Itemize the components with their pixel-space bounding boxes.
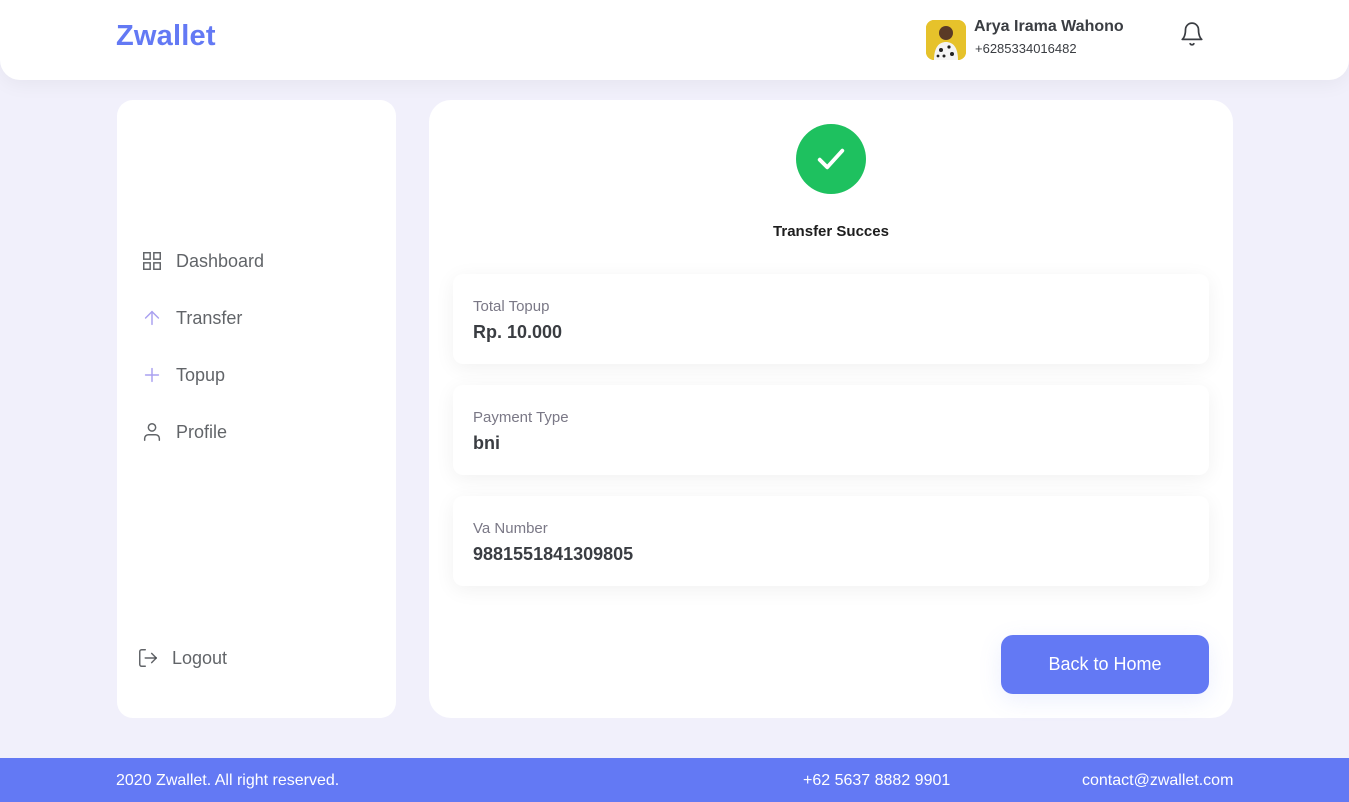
- top-header: Zwallet Arya Irama Wahono +6285334016482: [0, 0, 1349, 80]
- user-name: Arya Irama Wahono: [974, 18, 1124, 35]
- footer-copyright: 2020 Zwallet. All right reserved.: [116, 772, 340, 789]
- footer-email: contact@zwallet.com: [1082, 772, 1234, 789]
- sidebar-item-label: Transfer: [176, 307, 243, 328]
- logout-icon: [137, 647, 159, 669]
- detail-card-va-number: Va Number 9881551841309805: [453, 496, 1209, 586]
- sidebar-item-dashboard[interactable]: Dashboard: [141, 248, 264, 274]
- footer-phone: +62 5637 8882 9901: [803, 772, 951, 789]
- success-check-icon: [796, 124, 866, 194]
- detail-value: Rp. 10.000: [473, 322, 563, 342]
- footer: 2020 Zwallet. All right reserved. +62 56…: [0, 758, 1349, 802]
- avatar[interactable]: [926, 20, 966, 60]
- grid-icon: [141, 250, 163, 272]
- transfer-result-panel: Transfer Succes Total Topup Rp. 10.000 P…: [429, 100, 1233, 718]
- logout-button[interactable]: Logout: [137, 645, 227, 671]
- brand-logo[interactable]: Zwallet: [116, 20, 216, 53]
- avatar-image: [926, 20, 966, 60]
- sidebar-item-label: Profile: [176, 421, 228, 442]
- detail-value: bni: [473, 433, 500, 453]
- arrow-up-icon: [141, 307, 163, 329]
- sidebar-item-transfer[interactable]: Transfer: [141, 305, 242, 331]
- sidebar-item-profile[interactable]: Profile: [141, 419, 227, 445]
- sidebar-item-label: Topup: [176, 364, 226, 385]
- detail-card-payment-type: Payment Type bni: [453, 385, 1209, 475]
- user-icon: [141, 421, 163, 443]
- sidebar-item-label: Dashboard: [176, 250, 265, 271]
- sidebar: Dashboard Transfer Topup Profile: [117, 100, 396, 718]
- sidebar-item-topup[interactable]: Topup: [141, 362, 225, 388]
- detail-card-total-topup: Total Topup Rp. 10.000: [453, 274, 1209, 364]
- bell-icon[interactable]: [1179, 21, 1205, 47]
- detail-label: Payment Type: [473, 409, 569, 426]
- logout-label: Logout: [172, 647, 228, 668]
- detail-value: 9881551841309805: [473, 544, 634, 564]
- status-title: Transfer Succes: [773, 223, 889, 240]
- plus-icon: [141, 364, 163, 386]
- detail-label: Total Topup: [473, 298, 550, 315]
- detail-label: Va Number: [473, 520, 548, 537]
- user-phone: +6285334016482: [975, 41, 1077, 56]
- back-to-home-button[interactable]: Back to Home: [1001, 635, 1209, 694]
